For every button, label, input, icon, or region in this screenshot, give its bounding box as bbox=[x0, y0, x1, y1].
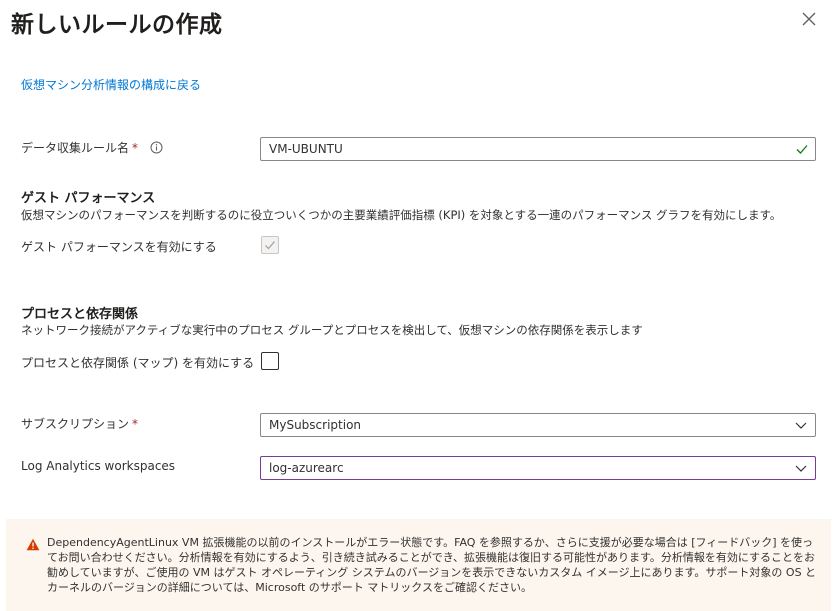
subscription-value: MySubscription bbox=[269, 418, 362, 432]
guest-performance-enable-label: ゲスト パフォーマンスを有効にする bbox=[21, 240, 217, 254]
guest-performance-description: 仮想マシンのパフォーマンスを判断するのに役立ついくつかの主要業績評価指標 (KP… bbox=[21, 208, 782, 222]
checkmark-icon bbox=[796, 145, 808, 154]
workspace-label: Log Analytics workspaces bbox=[21, 459, 176, 473]
rule-name-label-row: データ収集ルール名 * bbox=[21, 139, 163, 156]
workspace-value: log-azurearc bbox=[269, 461, 344, 475]
process-dependency-checkbox[interactable] bbox=[261, 352, 279, 370]
required-mark: * bbox=[132, 417, 139, 431]
subscription-label-row: サブスクリプション * bbox=[21, 415, 138, 432]
rule-name-value: VM-UBUNTU bbox=[269, 142, 343, 156]
process-dependency-title: プロセスと依存関係 bbox=[21, 307, 139, 322]
process-dependency-description: ネットワーク接続がアクティブな実行中のプロセス グループとプロセスを検出して、仮… bbox=[21, 323, 643, 337]
rule-name-input[interactable]: VM-UBUNTU bbox=[260, 137, 816, 161]
back-link[interactable]: 仮想マシン分析情報の構成に戻る bbox=[21, 76, 201, 93]
required-mark: * bbox=[132, 141, 139, 155]
close-icon bbox=[802, 12, 816, 26]
process-dependency-enable-label: プロセスと依存関係 (マップ) を有効にする bbox=[21, 356, 255, 370]
info-icon[interactable] bbox=[150, 141, 163, 154]
warning-text: DependencyAgentLinux VM 拡張機能の以前のインストールがエ… bbox=[47, 536, 817, 594]
close-button[interactable] bbox=[800, 10, 818, 28]
workspace-select[interactable]: log-azurearc bbox=[260, 456, 816, 480]
chevron-down-icon bbox=[795, 465, 807, 472]
chevron-down-icon bbox=[795, 422, 807, 429]
guest-performance-checkbox[interactable] bbox=[261, 236, 279, 254]
warning-banner: DependencyAgentLinux VM 拡張機能の以前のインストールがエ… bbox=[6, 519, 831, 611]
warning-icon bbox=[26, 538, 40, 551]
subscription-select[interactable]: MySubscription bbox=[260, 413, 816, 437]
checkmark-icon bbox=[265, 241, 275, 250]
subscription-label: サブスクリプション bbox=[21, 417, 130, 431]
guest-performance-title: ゲスト パフォーマンス bbox=[21, 191, 156, 206]
page-title: 新しいルールの作成 bbox=[11, 12, 223, 38]
rule-name-label: データ収集ルール名 bbox=[21, 141, 130, 155]
